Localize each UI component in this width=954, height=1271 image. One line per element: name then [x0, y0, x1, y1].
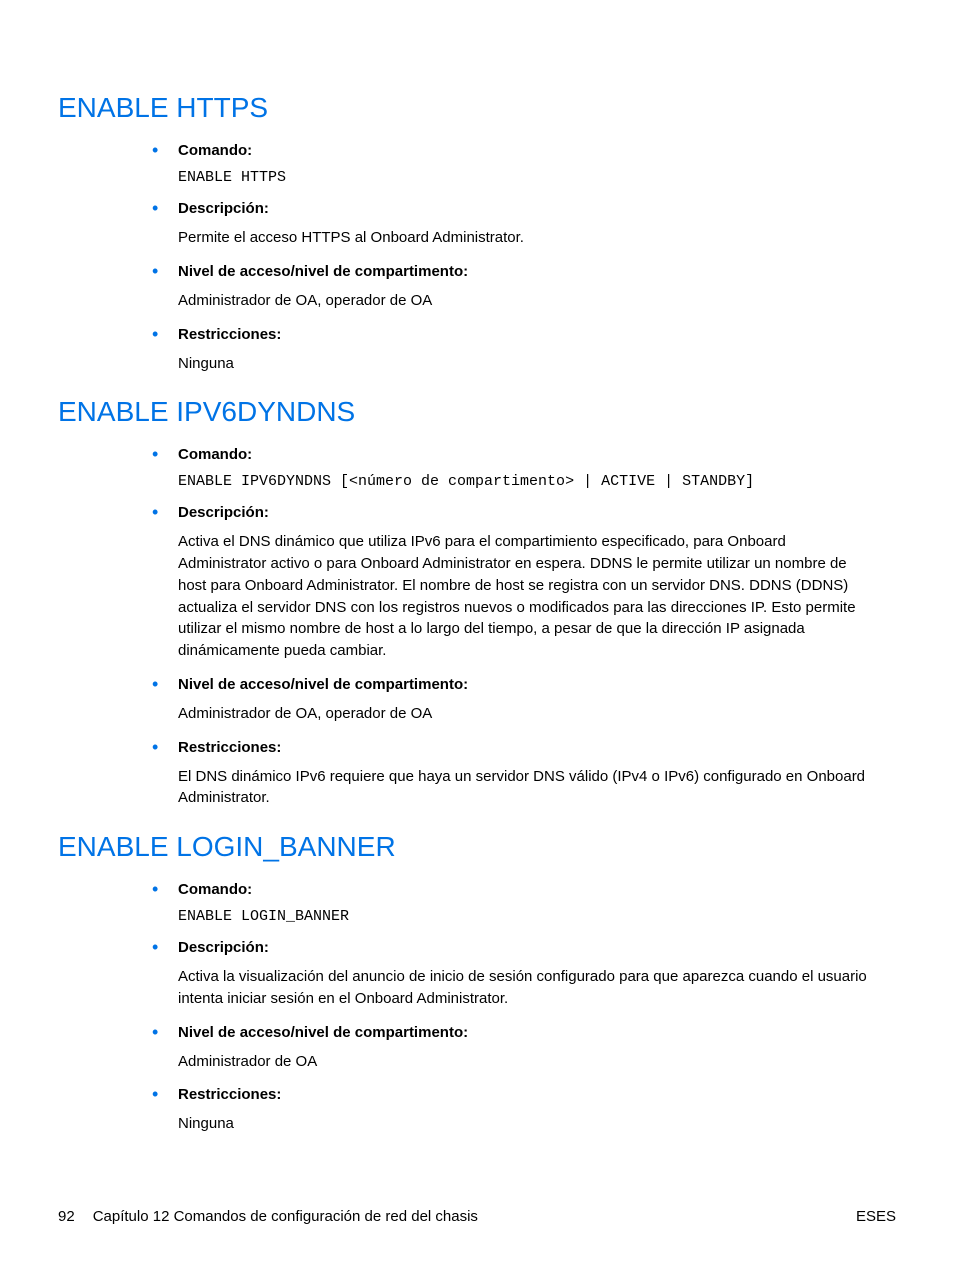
comando-label: Comando: [178, 446, 876, 463]
page-number: 92 [58, 1208, 75, 1225]
language-code: ESES [856, 1208, 896, 1225]
descripcion-value: Activa la visualización del anuncio de i… [178, 966, 876, 1010]
descripcion-value: Permite el acceso HTTPS al Onboard Admin… [178, 227, 876, 249]
comando-value: ENABLE HTTPS [178, 169, 876, 186]
restricciones-label: Restricciones: [178, 739, 876, 756]
list-item: Restricciones: Ninguna [178, 326, 876, 375]
descripcion-label: Descripción: [178, 504, 876, 521]
restricciones-value: El DNS dinámico IPv6 requiere que haya u… [178, 766, 876, 810]
restricciones-value: Ninguna [178, 353, 876, 375]
list-item: Nivel de acceso/nivel de compartimento: … [178, 263, 876, 312]
list-item: Restricciones: Ninguna [178, 1086, 876, 1135]
descripcion-label: Descripción: [178, 939, 876, 956]
command-details-list: Comando: ENABLE HTTPS Descripción: Permi… [178, 142, 876, 374]
list-item: Comando: ENABLE LOGIN_BANNER [178, 881, 876, 925]
comando-label: Comando: [178, 142, 876, 159]
section-heading: ENABLE IPV6DYNDNS [58, 396, 896, 428]
nivel-label: Nivel de acceso/nivel de compartimento: [178, 1024, 876, 1041]
list-item: Comando: ENABLE IPV6DYNDNS [<número de c… [178, 446, 876, 490]
list-item: Descripción: Activa el DNS dinámico que … [178, 504, 876, 662]
nivel-value: Administrador de OA, operador de OA [178, 703, 876, 725]
list-item: Restricciones: El DNS dinámico IPv6 requ… [178, 739, 876, 810]
list-item: Nivel de acceso/nivel de compartimento: … [178, 1024, 876, 1073]
section-heading: ENABLE HTTPS [58, 92, 896, 124]
nivel-value: Administrador de OA, operador de OA [178, 290, 876, 312]
nivel-value: Administrador de OA [178, 1051, 876, 1073]
list-item: Nivel de acceso/nivel de compartimento: … [178, 676, 876, 725]
nivel-label: Nivel de acceso/nivel de compartimento: [178, 263, 876, 280]
comando-value: ENABLE LOGIN_BANNER [178, 908, 876, 925]
restricciones-value: Ninguna [178, 1113, 876, 1135]
descripcion-value: Activa el DNS dinámico que utiliza IPv6 … [178, 531, 876, 662]
list-item: Descripción: Activa la visualización del… [178, 939, 876, 1010]
nivel-label: Nivel de acceso/nivel de compartimento: [178, 676, 876, 693]
comando-value: ENABLE IPV6DYNDNS [<número de compartime… [178, 473, 876, 490]
command-details-list: Comando: ENABLE IPV6DYNDNS [<número de c… [178, 446, 876, 809]
list-item: Descripción: Permite el acceso HTTPS al … [178, 200, 876, 249]
restricciones-label: Restricciones: [178, 1086, 876, 1103]
command-details-list: Comando: ENABLE LOGIN_BANNER Descripción… [178, 881, 876, 1135]
section-heading: ENABLE LOGIN_BANNER [58, 831, 896, 863]
restricciones-label: Restricciones: [178, 326, 876, 343]
comando-label: Comando: [178, 881, 876, 898]
chapter-title: Capítulo 12 Comandos de configuración de… [93, 1208, 478, 1225]
list-item: Comando: ENABLE HTTPS [178, 142, 876, 186]
page-footer: 92 Capítulo 12 Comandos de configuración… [58, 1208, 896, 1225]
descripcion-label: Descripción: [178, 200, 876, 217]
